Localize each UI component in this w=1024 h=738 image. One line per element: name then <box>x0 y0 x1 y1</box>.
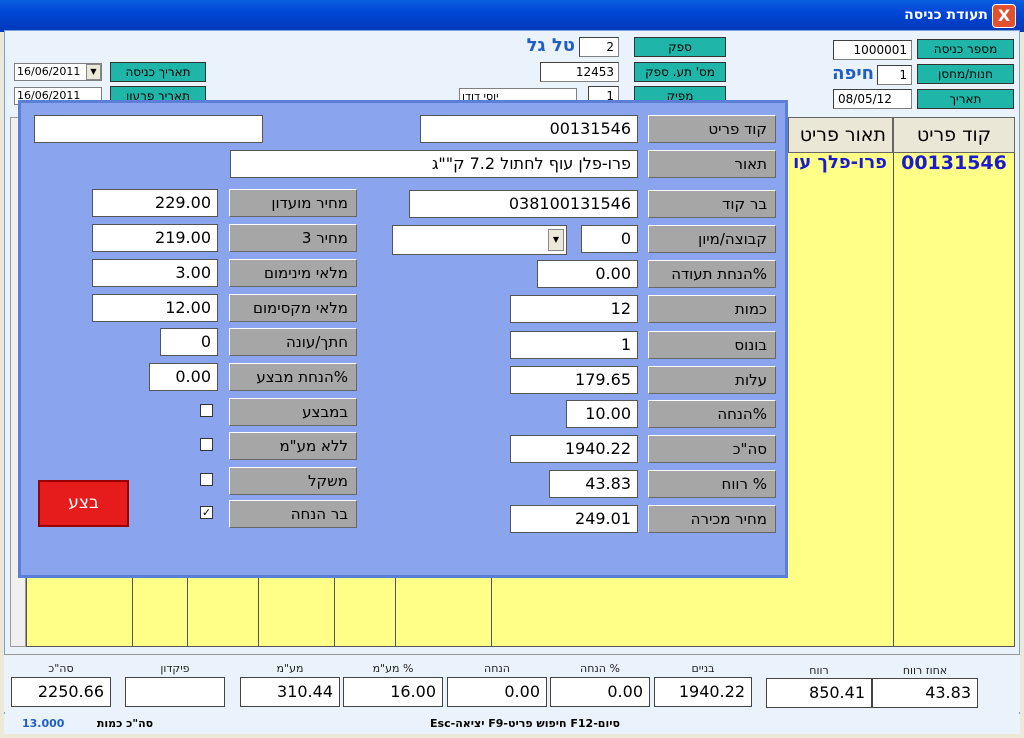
supplier-code-field[interactable]: 2 <box>579 37 619 57</box>
supplier-label: ספק <box>634 37 726 57</box>
store-code-field[interactable]: 1 <box>877 65 912 85</box>
doc-discount-label: %הנחת תעודה <box>648 260 776 288</box>
max-stock-label: מלאי מקסימום <box>229 294 357 322</box>
entry-number-field[interactable]: 1000001 <box>833 40 912 60</box>
net-total: 1940.22 <box>654 677 752 707</box>
min-stock-field[interactable]: 3.00 <box>92 259 218 287</box>
profit-label: % רווח <box>648 470 776 498</box>
qty-field[interactable]: 12 <box>510 295 638 323</box>
vat-total: 310.44 <box>240 677 340 707</box>
discount-label: %הנחה <box>648 400 776 428</box>
item-code-label: קוד פריט <box>648 115 776 143</box>
disc-label: הנחה <box>484 662 510 675</box>
window-title: תעודת כניסה <box>904 7 988 23</box>
qty-total-value: 13.000 <box>22 717 65 730</box>
item-code-field[interactable]: 00131546 <box>420 115 638 143</box>
store-label: חנות/מחסן <box>917 64 1014 84</box>
extra-field[interactable] <box>34 115 263 143</box>
group-label: קבוצה/מיון <box>648 225 776 253</box>
entry-number-label: מספר כניסה <box>917 39 1014 59</box>
group-select[interactable] <box>392 225 567 255</box>
execute-button[interactable]: בצע <box>38 480 129 527</box>
total-label: סה"כ <box>648 435 776 463</box>
date-field[interactable]: 08/05/12 <box>833 89 912 109</box>
supplier-name: טל גל <box>526 35 575 56</box>
profit-total: 850.41 <box>766 678 872 708</box>
profit-pct-total: 43.83 <box>872 678 978 708</box>
status-hint: Esc-יציאה F9-חיפוש פריט F12-סיום <box>430 717 620 730</box>
on-sale-checkbox[interactable] <box>200 404 213 417</box>
desc-label: תאור <box>648 150 776 178</box>
close-button[interactable]: X <box>992 4 1016 28</box>
weight-checkbox[interactable] <box>200 473 213 486</box>
col-header-code[interactable]: קוד פריט <box>893 117 1015 153</box>
no-vat-label: ללא מע"מ <box>229 432 357 460</box>
col-header-desc[interactable]: תאור פריט <box>788 117 893 153</box>
min-stock-label: מלאי מינימום <box>229 259 357 287</box>
profit-field[interactable]: 43.83 <box>549 470 638 498</box>
deposit-label: פיקדון <box>160 662 190 675</box>
vat-pct-total: 16.00 <box>343 677 443 707</box>
sale-price-label: מחיר מכירה <box>648 505 776 533</box>
doc-discount-field[interactable]: 0.00 <box>537 260 638 288</box>
price3-field[interactable]: 219.00 <box>92 224 218 252</box>
barcode-label: בר קוד <box>648 190 776 218</box>
store-name: חיפה <box>832 63 874 84</box>
qty-label: כמות <box>648 295 776 323</box>
vat-label: מע"מ <box>276 662 304 675</box>
qty-total-label: סה"כ כמות <box>96 717 154 730</box>
vat-pct-label: % מע"מ <box>372 662 414 675</box>
on-sale-label: במבצע <box>229 398 357 426</box>
total-field[interactable]: 1940.22 <box>510 435 638 463</box>
entry-date-label: תאריך כניסה <box>110 62 206 82</box>
weight-label: משקל <box>229 467 357 495</box>
barcode-field[interactable]: 038100131546 <box>409 190 638 218</box>
supplier-doc-field[interactable]: 12453 <box>540 62 619 82</box>
supplier-doc-label: מס' תע. ספק <box>634 62 726 82</box>
grand-total-label: סה"כ <box>48 662 74 675</box>
cost-field[interactable]: 179.65 <box>510 366 638 394</box>
promo-discount-label: %הנחת מבצע <box>229 363 357 391</box>
bar-discount-checkbox[interactable]: ✓ <box>200 506 213 519</box>
size-label: חתך/עונה <box>229 328 357 356</box>
group-field[interactable]: 0 <box>581 225 638 253</box>
max-stock-field[interactable]: 12.00 <box>92 294 218 322</box>
title-bar <box>0 0 1024 32</box>
bar-discount-label: בר הנחה <box>229 500 357 528</box>
chevron-down-icon[interactable]: ▼ <box>86 64 101 80</box>
disc-total: 0.00 <box>447 677 547 707</box>
date-label: תאריך <box>917 89 1014 109</box>
grand-total: 2250.66 <box>11 677 111 707</box>
size-field[interactable]: 0 <box>160 328 218 356</box>
deposit-total <box>125 677 225 707</box>
disc-pct-label: % הנחה <box>580 662 620 675</box>
club-price-label: מחיר מועדון <box>229 189 357 217</box>
promo-discount-field[interactable]: 0.00 <box>149 363 218 391</box>
price3-label: מחיר 3 <box>229 224 357 252</box>
grid-divider <box>893 117 894 647</box>
profit-pct-label: אחוז רווח <box>902 664 948 677</box>
sale-price-field[interactable]: 249.01 <box>510 505 638 533</box>
profit-total-label: רווח <box>809 664 829 677</box>
net-label: בניים <box>691 662 715 675</box>
discount-field[interactable]: 10.00 <box>566 400 638 428</box>
cost-label: עלות <box>648 366 776 394</box>
bonus-field[interactable]: 1 <box>510 331 638 359</box>
row-item-code[interactable]: 00131546 <box>893 152 1015 174</box>
row-item-desc[interactable]: פרו-פלך עו <box>788 152 893 173</box>
disc-pct-total: 0.00 <box>550 677 650 707</box>
desc-field[interactable]: פרו-פלן עוף לחתול 7.2 ק""ג <box>230 150 638 178</box>
bonus-label: בונוס <box>648 331 776 359</box>
no-vat-checkbox[interactable] <box>200 438 213 451</box>
chevron-down-icon[interactable]: ▼ <box>548 229 564 251</box>
club-price-field[interactable]: 229.00 <box>92 189 218 217</box>
